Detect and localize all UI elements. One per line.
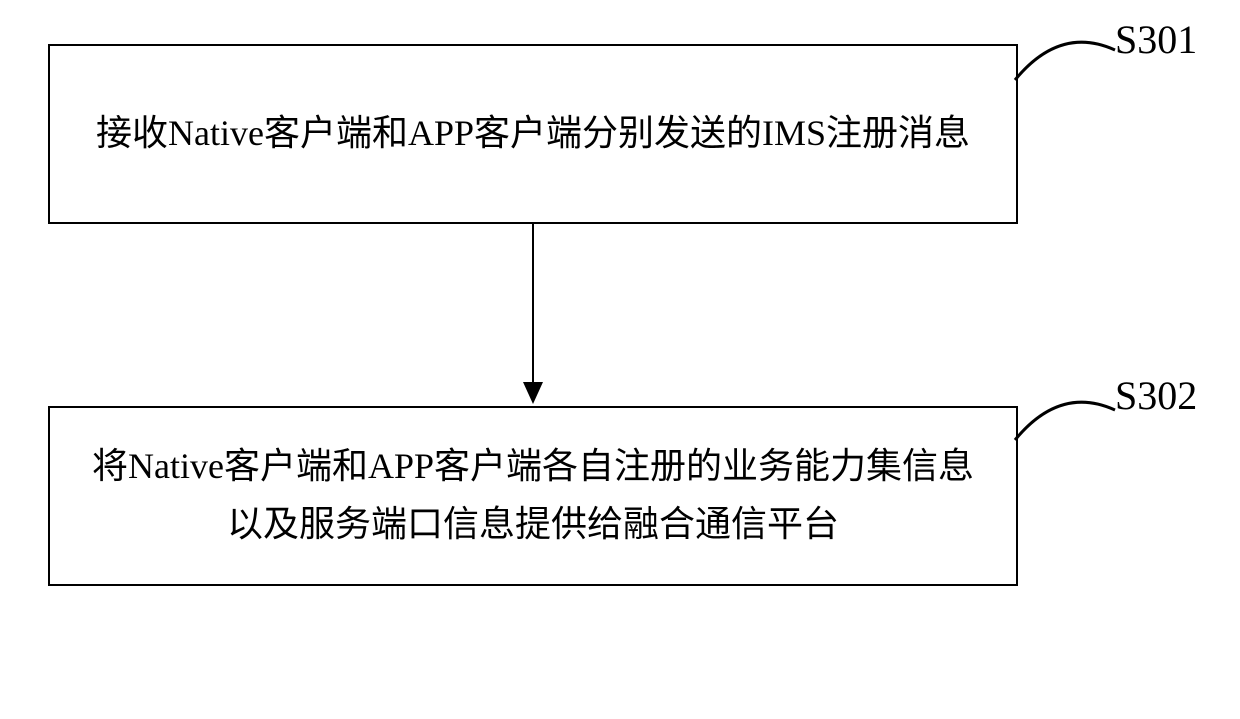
arrow-line: [532, 224, 534, 384]
connector-curve-1: [1010, 20, 1120, 90]
step-label-1: S301: [1115, 16, 1197, 63]
step-label-2: S302: [1115, 372, 1197, 419]
arrow-connector: [530, 224, 536, 406]
step-box-1: 接收Native客户端和APP客户端分别发送的IMS注册消息: [48, 44, 1018, 224]
arrow-head-icon: [523, 382, 543, 404]
step-box-2: 将Native客户端和APP客户端各自注册的业务能力集信息以及服务端口信息提供给…: [48, 406, 1018, 586]
step-2-text: 将Native客户端和APP客户端各自注册的业务能力集信息以及服务端口信息提供给…: [80, 438, 986, 553]
flowchart-container: 接收Native客户端和APP客户端分别发送的IMS注册消息 S301 将Nat…: [0, 0, 1240, 719]
step-1-text: 接收Native客户端和APP客户端分别发送的IMS注册消息: [96, 105, 970, 163]
connector-curve-2: [1010, 380, 1120, 450]
